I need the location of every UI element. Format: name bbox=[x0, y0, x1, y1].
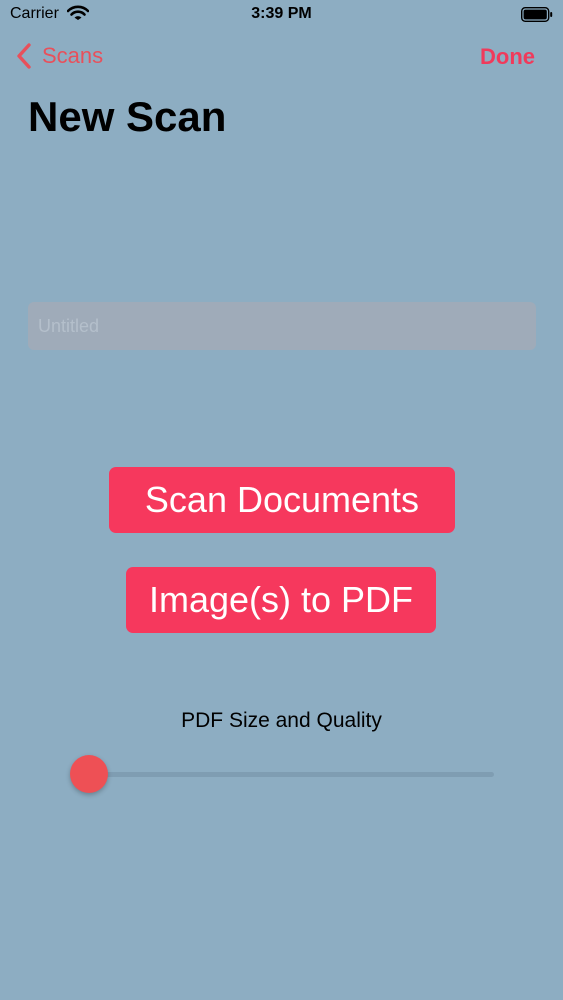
done-button[interactable]: Done bbox=[480, 44, 535, 70]
quality-slider-label: PDF Size and Quality bbox=[181, 709, 382, 732]
slider-track bbox=[72, 772, 494, 777]
back-button-label: Scans bbox=[42, 43, 104, 68]
slider-thumb[interactable] bbox=[69, 755, 108, 793]
status-time: 3:39 PM bbox=[251, 5, 312, 22]
quality-slider[interactable] bbox=[69, 755, 494, 793]
scan-documents-button[interactable]: Scan Documents bbox=[109, 467, 455, 533]
battery-icon bbox=[520, 6, 553, 23]
page-title: New Scan bbox=[28, 93, 227, 140]
chevron-left-icon bbox=[17, 43, 31, 69]
scan-name-field[interactable] bbox=[28, 302, 536, 350]
back-button[interactable]: Scans bbox=[16, 42, 103, 70]
images-to-pdf-button[interactable]: Image(s) to PDF bbox=[126, 567, 436, 633]
status-bar: Carrier 3:39 PM bbox=[0, 0, 563, 30]
